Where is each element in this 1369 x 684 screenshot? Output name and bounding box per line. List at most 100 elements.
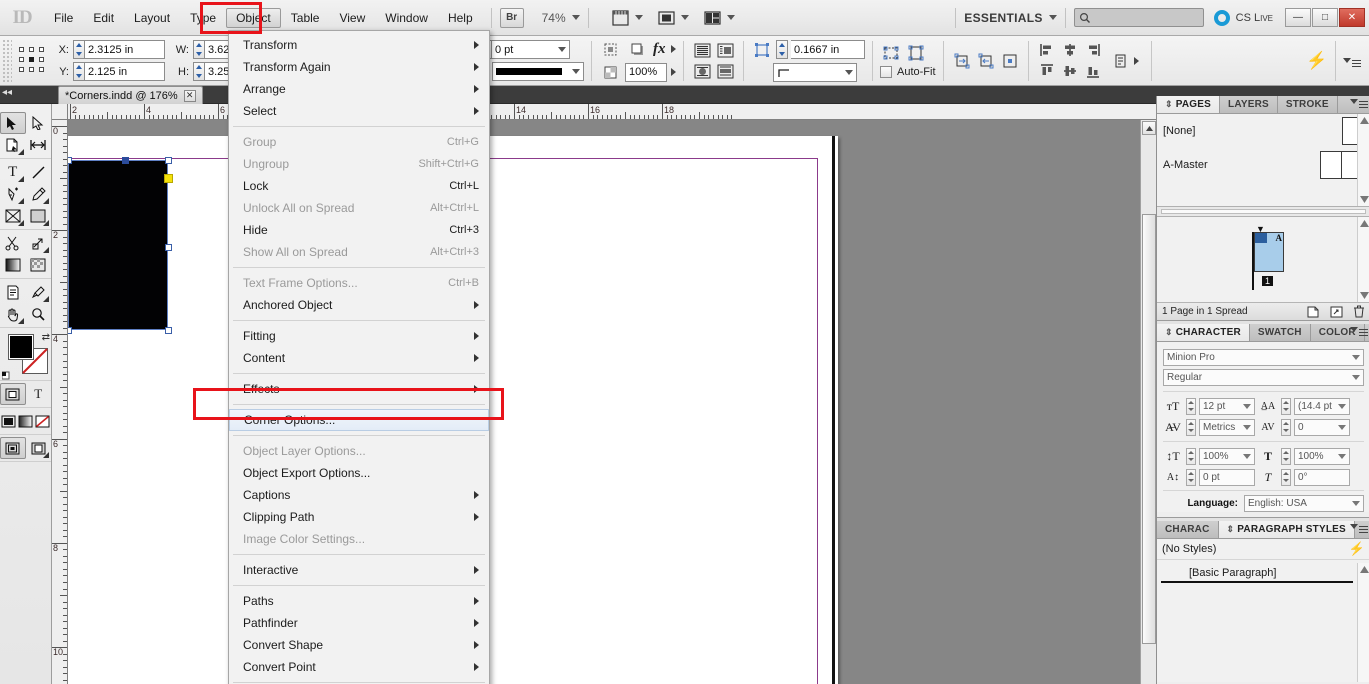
corner-radius-stepper[interactable] bbox=[776, 40, 788, 59]
distribute-chevron-icon[interactable] bbox=[1133, 56, 1139, 65]
selection-handle-top-center[interactable] bbox=[122, 157, 129, 164]
horizontal-scale-chevron-down-icon[interactable] bbox=[1338, 453, 1346, 459]
selection-handle-middle-right[interactable] bbox=[165, 244, 172, 251]
wrap-bounding-box-button[interactable] bbox=[714, 40, 736, 60]
vertical-scale-stepper[interactable] bbox=[1186, 447, 1196, 465]
menu-item-anchored-object[interactable]: Anchored Object bbox=[229, 294, 489, 316]
wrap-none-button[interactable] bbox=[691, 40, 713, 60]
hand-tool-flyout-icon[interactable] bbox=[17, 318, 24, 324]
rectangle-tool-flyout-icon[interactable] bbox=[43, 220, 49, 226]
menu-item-content[interactable]: Content bbox=[229, 347, 489, 369]
horizontal-scale-stepper[interactable] bbox=[1281, 447, 1291, 465]
h-stepper[interactable] bbox=[193, 62, 205, 81]
tab-pages[interactable]: ⇕ PAGES bbox=[1157, 96, 1221, 113]
quick-apply-button[interactable]: ⚡ bbox=[1306, 51, 1328, 71]
effects-chevron-icon[interactable] bbox=[670, 45, 676, 53]
object-menu-dropdown[interactable]: Transform Transform Again Arrange Select Gro… bbox=[228, 30, 490, 684]
fit-content-proportionally-button[interactable] bbox=[880, 43, 902, 63]
stroke-weight-chevron-down-icon[interactable] bbox=[558, 47, 566, 52]
apply-none-button[interactable] bbox=[34, 410, 51, 432]
menu-help[interactable]: Help bbox=[438, 8, 483, 28]
document-tab[interactable]: *Corners.indd @ 176% ✕ bbox=[58, 86, 203, 104]
zoom-level-value[interactable]: 74% bbox=[542, 11, 566, 25]
effects-fx-button[interactable]: fx bbox=[653, 41, 666, 58]
ruler-origin-corner[interactable] bbox=[52, 104, 68, 120]
paragraph-styles-panel-menu-button[interactable] bbox=[1350, 524, 1368, 529]
restore-button[interactable]: □ bbox=[1312, 8, 1338, 27]
font-size-field[interactable]: 12 pt bbox=[1199, 397, 1255, 415]
menu-item-hide[interactable]: Hide Ctrl+3 bbox=[229, 219, 489, 241]
fill-frame-proportionally-button[interactable] bbox=[905, 43, 927, 63]
gradient-swatch-tool[interactable] bbox=[0, 254, 26, 276]
control-panel-menu-button[interactable] bbox=[1343, 58, 1361, 63]
spread-thumbnails[interactable]: ▼ A 1 bbox=[1157, 217, 1369, 302]
page-thumbnail-1[interactable]: A bbox=[1254, 232, 1284, 272]
skew-field[interactable]: 0° bbox=[1294, 468, 1350, 486]
wrap-object-shape-button[interactable] bbox=[691, 61, 713, 81]
direct-selection-tool[interactable] bbox=[26, 112, 51, 134]
stroke-weight-field[interactable]: 0 pt bbox=[492, 40, 570, 59]
type-tool-flyout-icon[interactable] bbox=[17, 176, 24, 182]
scissors-tool[interactable] bbox=[0, 232, 26, 254]
menu-item-convert-shape[interactable]: Convert Shape bbox=[229, 634, 489, 656]
x-stepper[interactable] bbox=[73, 40, 85, 59]
horizontal-scale-field[interactable]: 100% bbox=[1294, 447, 1350, 465]
font-family-chevron-down-icon[interactable] bbox=[1352, 355, 1360, 360]
canvas-scrollbar-thumb[interactable] bbox=[1142, 214, 1156, 644]
master-list-scrollbar[interactable] bbox=[1357, 114, 1369, 206]
swap-fill-stroke-icon[interactable]: ⇄ bbox=[42, 332, 50, 343]
x-field[interactable]: 2.3125 in bbox=[85, 40, 165, 59]
align-top-edges-button[interactable] bbox=[1036, 61, 1058, 81]
screen-mode-chevron-down-icon[interactable] bbox=[634, 15, 643, 20]
preview-view-mode-button[interactable] bbox=[26, 437, 51, 459]
selection-handle-top-left[interactable] bbox=[68, 157, 72, 164]
selection-tool[interactable] bbox=[0, 112, 26, 134]
panel-collapse-icon[interactable]: ⇕ bbox=[1227, 524, 1235, 535]
tracking-field[interactable]: 0 bbox=[1294, 418, 1350, 436]
pages-panel-splitter[interactable] bbox=[1157, 207, 1369, 217]
menu-view[interactable]: View bbox=[329, 8, 375, 28]
panel-collapse-icon[interactable]: ⇕ bbox=[1165, 99, 1173, 110]
menu-item-convert-point[interactable]: Convert Point bbox=[229, 656, 489, 678]
fill-proxy-swatch[interactable] bbox=[8, 334, 34, 360]
quick-apply-bolt-icon[interactable]: ⚡ bbox=[1349, 541, 1365, 557]
rectangle-frame-flyout-icon[interactable] bbox=[17, 220, 24, 226]
close-button[interactable]: ✕ bbox=[1339, 8, 1365, 27]
menu-item-fitting[interactable]: Fitting bbox=[229, 325, 489, 347]
wrap-jump-object-button[interactable] bbox=[714, 61, 736, 81]
menu-table[interactable]: Table bbox=[281, 8, 330, 28]
pencil-tool[interactable] bbox=[26, 183, 52, 205]
free-transform-flyout-icon[interactable] bbox=[43, 247, 49, 253]
tab-paragraph-styles[interactable]: ⇕ PARAGRAPH STYLES bbox=[1218, 521, 1355, 538]
tracking-chevron-down-icon[interactable] bbox=[1338, 424, 1346, 430]
menu-item-lock[interactable]: Lock Ctrl+L bbox=[229, 175, 489, 197]
fill-stroke-proxy[interactable]: ⇄ bbox=[0, 332, 52, 380]
font-style-select[interactable]: Regular bbox=[1163, 369, 1364, 386]
align-vertical-centers-button[interactable] bbox=[1059, 61, 1081, 81]
auto-fit-checkbox[interactable] bbox=[880, 66, 892, 78]
live-corner-effects-handle[interactable] bbox=[164, 174, 173, 183]
master-pages-list[interactable]: [None] A-Master bbox=[1157, 114, 1369, 207]
corner-radius-field[interactable]: 0.1667 in bbox=[791, 40, 865, 59]
leading-chevron-down-icon[interactable] bbox=[1338, 403, 1346, 409]
reference-point-proxy[interactable] bbox=[19, 46, 47, 75]
control-bar-grip[interactable] bbox=[2, 38, 12, 83]
center-content-button[interactable] bbox=[999, 51, 1021, 71]
tracking-stepper[interactable] bbox=[1281, 418, 1291, 436]
selection-handle-bottom-right[interactable] bbox=[165, 327, 172, 334]
character-panel-menu-button[interactable] bbox=[1350, 327, 1368, 332]
fit-frame-to-content-button[interactable] bbox=[951, 51, 973, 71]
menu-type[interactable]: Type bbox=[180, 8, 226, 28]
workspace-chevron-down-icon[interactable] bbox=[1048, 15, 1057, 20]
view-options-preview-mode[interactable] bbox=[657, 9, 689, 27]
y-stepper[interactable] bbox=[73, 62, 85, 81]
leading-stepper[interactable] bbox=[1281, 397, 1291, 415]
language-select[interactable]: English: USA bbox=[1244, 495, 1364, 512]
view-options-arrange-documents[interactable] bbox=[703, 9, 735, 27]
page-tool-flyout-icon[interactable] bbox=[17, 149, 24, 155]
rectangle-frame-tool[interactable] bbox=[0, 205, 26, 227]
style-list-item-basic-paragraph[interactable]: [Basic Paragraph] bbox=[1161, 567, 1353, 583]
eyedropper-flyout-icon[interactable] bbox=[43, 296, 49, 302]
menu-item-select[interactable]: Select bbox=[229, 100, 489, 122]
new-page-icon[interactable] bbox=[1307, 306, 1320, 318]
